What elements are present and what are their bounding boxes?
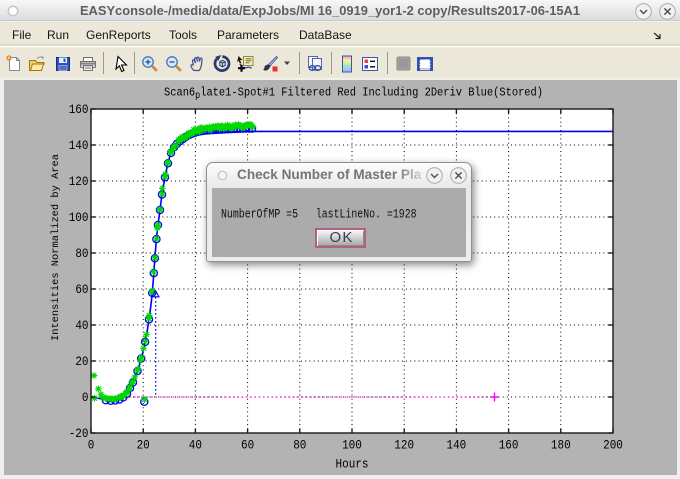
svg-text:0: 0 <box>82 390 89 405</box>
svg-text:120: 120 <box>69 174 89 189</box>
svg-text:200: 200 <box>603 438 623 453</box>
svg-text:120: 120 <box>394 438 414 453</box>
svg-text:100: 100 <box>69 210 89 225</box>
svg-text:60: 60 <box>241 438 254 453</box>
svg-text:140: 140 <box>69 138 89 153</box>
svg-text:Intensities Normalized by Area: Intensities Normalized by Area <box>50 154 62 341</box>
svg-text:100: 100 <box>342 438 362 453</box>
svg-text:140: 140 <box>447 438 467 453</box>
svg-text:40: 40 <box>75 318 88 333</box>
svg-text:60: 60 <box>75 282 88 297</box>
svg-text:80: 80 <box>75 246 88 261</box>
svg-text:-20: -20 <box>69 426 89 441</box>
svg-text:160: 160 <box>499 438 519 453</box>
svg-text:Hours: Hours <box>336 456 369 471</box>
svg-text:20: 20 <box>75 354 88 369</box>
svg-text:160: 160 <box>69 102 89 117</box>
svg-text:Scan6plate1-Spot#1 Filtered Re: Scan6plate1-Spot#1 Filtered Red Includin… <box>164 87 543 102</box>
svg-text:180: 180 <box>551 438 571 453</box>
svg-text:0: 0 <box>88 438 95 453</box>
svg-text:80: 80 <box>293 438 306 453</box>
svg-text:20: 20 <box>137 438 150 453</box>
svg-text:40: 40 <box>189 438 202 453</box>
